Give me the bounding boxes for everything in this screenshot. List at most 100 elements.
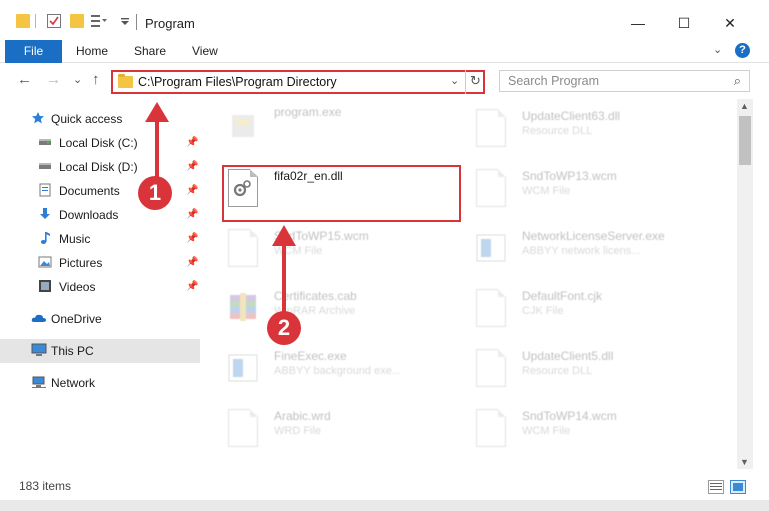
address-path[interactable]: C:\Program Files\Program Directory: [138, 75, 337, 89]
file-list: program.exe fifa02r_en.dll SndToWP15.wcm…: [204, 99, 736, 469]
sidebar-item-music[interactable]: Music 📌: [0, 227, 200, 251]
back-button[interactable]: ←: [17, 71, 32, 88]
sidebar-item-local-disk-d[interactable]: Local Disk (D:) 📌: [0, 155, 200, 179]
tab-file[interactable]: File: [5, 40, 62, 63]
scroll-thumb[interactable]: [739, 116, 751, 165]
sidebar-item-pictures[interactable]: Pictures 📌: [0, 251, 200, 275]
pin-icon: 📌: [186, 257, 199, 268]
large-icons-view-icon[interactable]: [730, 480, 746, 494]
up-button[interactable]: ↑: [92, 71, 100, 88]
sidebar-item-local-disk-c[interactable]: Local Disk (C:) 📌: [0, 131, 200, 155]
window-title: Program: [145, 16, 195, 31]
title-bar: Program — ☐ ✕: [0, 0, 769, 40]
blank-file-icon: [228, 409, 258, 447]
scroll-down-icon[interactable]: ▼: [740, 457, 749, 467]
recent-locations-button[interactable]: ⌄: [73, 73, 82, 86]
sidebar-item-network[interactable]: Network: [0, 371, 200, 395]
file-type: WCM File: [522, 425, 571, 437]
vertical-scrollbar[interactable]: ▲ ▼: [737, 99, 753, 469]
navigation-bar: ← → ⌄ ↑ C:\Program Files\Program Directo…: [0, 63, 769, 99]
status-bar: 183 items: [0, 472, 769, 500]
blank-file-icon: [476, 169, 506, 207]
tab-home[interactable]: Home: [76, 40, 108, 63]
sidebar-item-videos[interactable]: Videos 📌: [0, 275, 200, 299]
blank-file-icon: [476, 409, 506, 447]
pin-icon: 📌: [186, 137, 199, 148]
file-type: ABBYY background exe...: [274, 365, 401, 377]
file-type: Resource DLL: [522, 125, 593, 137]
sidebar-item-quick-access[interactable]: Quick access: [0, 107, 200, 131]
pin-icon: 📌: [186, 161, 199, 172]
help-icon[interactable]: ?: [735, 43, 750, 58]
file-type: ABBYY network licens...: [522, 245, 641, 257]
file-type: WCM File: [274, 245, 323, 257]
sidebar-item-onedrive[interactable]: OneDrive: [0, 307, 200, 331]
file-item[interactable]: SndToWP13.wcm WCM File: [452, 165, 682, 215]
file-type: Resource DLL: [522, 365, 593, 377]
drive-icon: [38, 135, 52, 149]
file-item[interactable]: program.exe: [204, 101, 434, 151]
file-item[interactable]: SndToWP14.wcm WCM File: [452, 405, 682, 455]
minimize-button[interactable]: —: [615, 8, 661, 38]
scroll-up-icon[interactable]: ▲: [740, 101, 749, 111]
pin-icon: 📌: [186, 209, 199, 220]
sidebar-item-downloads[interactable]: Downloads 📌: [0, 203, 200, 227]
sidebar-item-label: Quick access: [51, 112, 123, 126]
pictures-icon: [38, 255, 52, 269]
item-count: 183 items: [19, 479, 72, 493]
videos-icon: [38, 279, 52, 293]
sidebar-item-this-pc[interactable]: This PC: [0, 339, 200, 363]
tab-share[interactable]: Share: [134, 40, 166, 63]
search-input[interactable]: Search Program: [508, 74, 599, 88]
file-name: Certificates.cab: [274, 289, 357, 303]
tab-view[interactable]: View: [192, 40, 218, 63]
documents-icon: [38, 183, 52, 197]
search-box[interactable]: Search Program ⌕: [499, 70, 750, 92]
music-icon: [38, 231, 52, 245]
pin-icon: 📌: [186, 185, 199, 196]
file-name: program.exe: [274, 105, 342, 119]
maximize-button[interactable]: ☐: [661, 8, 707, 38]
dll-gear-icon: [476, 349, 506, 387]
network-icon: [31, 375, 47, 389]
file-item[interactable]: DefaultFont.cjk CJK File: [452, 285, 682, 335]
customize-toolbar-icon[interactable]: [91, 14, 107, 28]
file-item[interactable]: NetworkLicenseServer.exe ABBYY network l…: [452, 225, 682, 275]
expand-ribbon-icon[interactable]: ⌄: [713, 43, 722, 56]
address-dropdown-icon[interactable]: ⌄: [450, 74, 459, 87]
chevron-down-icon[interactable]: [120, 14, 130, 28]
file-type: CJK File: [522, 305, 564, 317]
window-bottom-edge: [0, 500, 769, 511]
file-name: SndToWP13.wcm: [522, 169, 617, 183]
close-button[interactable]: ✕: [707, 8, 753, 38]
file-type: WCM File: [522, 185, 571, 197]
file-item[interactable]: UpdateClient63.dll Resource DLL: [452, 105, 682, 155]
details-view-icon[interactable]: [708, 480, 724, 494]
address-bar[interactable]: C:\Program Files\Program Directory ⌄ ↻: [111, 70, 485, 94]
navigation-pane: Quick access Local Disk (C:) 📌 Local Dis…: [0, 99, 200, 469]
file-item[interactable]: UpdateClient5.dll Resource DLL: [452, 345, 682, 395]
refresh-button[interactable]: ↻: [465, 70, 485, 94]
sidebar-item-label: OneDrive: [51, 312, 102, 326]
file-item[interactable]: Arabic.wrd WRD File: [204, 405, 434, 455]
forward-button[interactable]: →: [46, 71, 61, 88]
step-1-badge: 1: [138, 176, 172, 210]
search-icon[interactable]: ⌕: [734, 73, 741, 89]
file-name: UpdateClient63.dll: [522, 109, 621, 123]
exe-icon: [228, 105, 258, 143]
file-item[interactable]: FineExec.exe ABBYY background exe...: [204, 345, 434, 395]
sidebar-item-label: Network: [51, 376, 96, 390]
pin-icon: 📌: [186, 281, 199, 292]
file-item[interactable]: Certificates.cab WinRAR Archive: [204, 285, 434, 335]
archive-icon: [228, 289, 258, 327]
file-name: SndToWP15.wcm: [274, 229, 369, 243]
file-item[interactable]: SndToWP15.wcm WCM File: [204, 225, 434, 275]
file-highlight-box: [222, 165, 461, 222]
new-folder-icon[interactable]: [70, 14, 84, 28]
toolbar-divider: [35, 14, 36, 28]
folder-icon: [16, 14, 30, 28]
properties-icon[interactable]: [47, 14, 61, 28]
dll-gear-icon: [476, 109, 506, 147]
file-name: DefaultFont.cjk: [522, 289, 603, 303]
file-name: UpdateClient5.dll: [522, 349, 614, 363]
